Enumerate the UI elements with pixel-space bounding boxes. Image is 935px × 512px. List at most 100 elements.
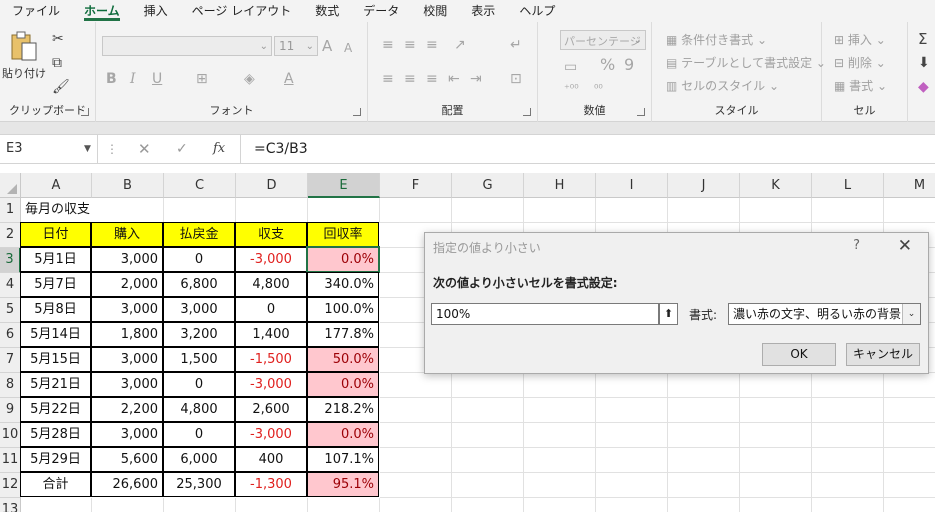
table-cell[interactable]: -1,300 — [235, 472, 307, 497]
table-cell[interactable]: 4,800 — [235, 272, 307, 297]
cell[interactable] — [524, 473, 596, 498]
font-color-icon[interactable]: A — [284, 70, 294, 88]
table-cell[interactable]: 5月22日 — [20, 397, 91, 422]
cell[interactable] — [92, 498, 164, 512]
row-header[interactable]: 10 — [0, 423, 21, 448]
header-cell[interactable]: 収支 — [235, 222, 307, 247]
cancel-icon[interactable]: ✕ — [138, 135, 151, 163]
cell[interactable] — [524, 448, 596, 473]
header-cell[interactable]: 購入 — [91, 222, 163, 247]
cell[interactable] — [884, 498, 935, 512]
table-cell[interactable]: 5月29日 — [20, 447, 91, 472]
table-cell[interactable]: 3,000 — [91, 297, 163, 322]
fill-down-icon[interactable]: ⬇ — [918, 54, 930, 72]
cell[interactable] — [92, 198, 164, 223]
table-cell[interactable]: 177.8% — [307, 322, 379, 347]
align-center-icon[interactable]: ≡ — [404, 70, 416, 88]
cell[interactable] — [380, 398, 452, 423]
cell[interactable] — [884, 198, 935, 223]
cell[interactable] — [884, 448, 935, 473]
cell[interactable] — [452, 498, 524, 512]
paste-button[interactable] — [8, 30, 40, 64]
chevron-down-icon[interactable]: ⌄ — [902, 304, 920, 324]
grow-font-icon[interactable]: A — [322, 37, 332, 55]
cell[interactable] — [668, 398, 740, 423]
cell[interactable] — [812, 448, 884, 473]
header-cell[interactable]: 回収率 — [307, 222, 379, 247]
wrap-text-icon[interactable]: ↵ — [510, 36, 522, 54]
cell[interactable] — [452, 198, 524, 223]
cell[interactable] — [236, 498, 308, 512]
table-cell[interactable]: 2,600 — [235, 397, 307, 422]
comma-icon[interactable]: 9 — [624, 56, 634, 74]
column-header[interactable]: L — [812, 173, 884, 198]
decrease-decimal-icon[interactable]: ⁰⁰ — [594, 80, 603, 98]
cell[interactable] — [524, 198, 596, 223]
table-cell[interactable]: 3,000 — [91, 247, 163, 272]
cell[interactable] — [812, 423, 884, 448]
cell[interactable] — [236, 198, 308, 223]
cell[interactable] — [380, 423, 452, 448]
table-cell[interactable]: 5,600 — [91, 447, 163, 472]
cell[interactable] — [596, 198, 668, 223]
format-painter-icon[interactable]: 🖌 — [52, 78, 70, 96]
underline-button[interactable]: U — [152, 70, 162, 88]
cancel-button[interactable]: キャンセル — [846, 343, 920, 366]
cell-styles-button[interactable]: ▥ セルのスタイル ⌄ — [666, 78, 779, 94]
sheet-title-cell[interactable]: 毎月の収支 — [21, 198, 92, 223]
column-header[interactable]: G — [452, 173, 524, 198]
column-header[interactable]: A — [21, 173, 92, 198]
table-cell[interactable]: 26,600 — [91, 472, 163, 497]
header-cell[interactable]: 払戻金 — [163, 222, 235, 247]
cell[interactable] — [668, 448, 740, 473]
table-cell[interactable]: 合計 — [20, 472, 91, 497]
column-header[interactable]: M — [884, 173, 935, 198]
delete-cells-button[interactable]: ⊟ 削除 ⌄ — [834, 55, 886, 71]
font-name-box[interactable]: ⌄ — [102, 36, 272, 56]
row-header[interactable]: 3 — [0, 248, 21, 273]
formula-input[interactable]: =C3/B3 — [254, 135, 308, 163]
conditional-formatting-button[interactable]: ▦ 条件付き書式 ⌄ — [666, 32, 767, 48]
copy-icon[interactable]: ⧉ — [52, 54, 62, 72]
table-cell[interactable]: 3,000 — [163, 297, 235, 322]
table-cell[interactable]: 1,800 — [91, 322, 163, 347]
table-cell[interactable]: 6,800 — [163, 272, 235, 297]
merge-cells-icon[interactable]: ⊡ — [510, 70, 522, 88]
table-cell[interactable]: -3,000 — [235, 422, 307, 447]
bold-button[interactable]: B — [106, 70, 117, 88]
table-cell[interactable]: 5月28日 — [20, 422, 91, 447]
tab-help[interactable]: ヘルプ — [507, 0, 567, 22]
tab-review[interactable]: 校閲 — [411, 0, 459, 22]
align-bottom-icon[interactable]: ≡ — [426, 36, 438, 54]
table-cell[interactable]: 5月8日 — [20, 297, 91, 322]
close-icon[interactable]: ✕ — [898, 236, 912, 256]
cell[interactable] — [524, 373, 596, 398]
column-header[interactable]: K — [740, 173, 812, 198]
table-cell[interactable]: 4,800 — [163, 397, 235, 422]
cell[interactable] — [668, 373, 740, 398]
align-right-icon[interactable]: ≡ — [426, 70, 438, 88]
number-format-box[interactable]: パーセンテージ ⌄ — [560, 30, 646, 50]
table-cell[interactable]: 400 — [235, 447, 307, 472]
increase-decimal-icon[interactable]: ⁺⁰⁰ — [564, 80, 579, 98]
cell[interactable] — [452, 373, 524, 398]
decrease-indent-icon[interactable]: ⇤ — [448, 70, 460, 88]
range-picker-icon[interactable]: ⬆ — [659, 303, 678, 325]
alignment-launcher-icon[interactable] — [523, 108, 531, 116]
cell[interactable] — [740, 198, 812, 223]
row-header[interactable]: 12 — [0, 473, 21, 498]
table-cell[interactable]: 5月21日 — [20, 372, 91, 397]
cell[interactable] — [524, 398, 596, 423]
borders-icon[interactable]: ⊞ — [196, 70, 208, 88]
table-cell[interactable]: 218.2% — [307, 397, 379, 422]
row-header[interactable]: 11 — [0, 448, 21, 473]
align-middle-icon[interactable]: ≡ — [404, 36, 416, 54]
cell[interactable] — [812, 473, 884, 498]
column-header[interactable]: J — [668, 173, 740, 198]
shrink-font-icon[interactable]: A — [344, 39, 352, 57]
enter-icon[interactable]: ✓ — [176, 135, 188, 163]
row-header[interactable]: 13 — [0, 498, 21, 512]
format-select[interactable]: 濃い赤の文字、明るい赤の背景 ⌄ — [728, 303, 921, 325]
name-box-dropdown-icon[interactable]: ▼ — [84, 135, 91, 163]
cell[interactable] — [452, 398, 524, 423]
